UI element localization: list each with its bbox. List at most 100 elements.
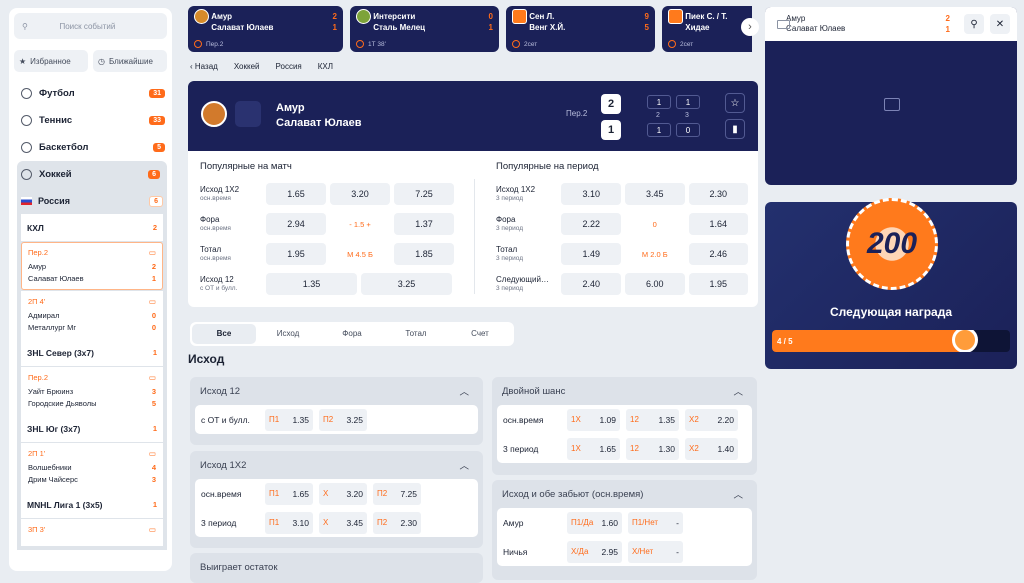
match-item[interactable]: 2П 1' ▭ Волшебники 4 Дрим Чайсерс 3 [21, 443, 163, 491]
live-card[interactable]: Интерсити 0 Сталь Мелец 1 1Т 38' [350, 6, 499, 52]
crumb-khl[interactable]: КХЛ [318, 62, 333, 71]
match-item[interactable]: Пер.2 ▭ Амур 2 Салават Юлаев 1 [21, 242, 163, 290]
odd-button[interactable]: П1 1.65 [265, 482, 313, 505]
odd-button[interactable]: П2 3.25 [319, 408, 367, 431]
period-label: Пер.2 [566, 109, 588, 118]
odd-button[interactable]: 3.20 [330, 183, 390, 205]
tab-outcome[interactable]: Исход [256, 324, 320, 344]
market-remaining-winner: Выиграет остаток [190, 553, 483, 583]
odd-button[interactable]: П2 7.25 [373, 482, 421, 505]
chevron-up-icon[interactable]: ︿ [733, 487, 743, 501]
odd-button[interactable]: 1.49 [561, 243, 621, 265]
pin-icon: ⚲ [970, 18, 978, 30]
back-link[interactable]: ‹ Назад [190, 62, 218, 71]
odd-button[interactable]: 12 1.35 [626, 408, 679, 431]
odd-button[interactable]: 2.22 [561, 213, 621, 235]
odd-button[interactable]: 2.30 [688, 183, 749, 205]
tennis-icon [21, 115, 32, 126]
crumb-russia[interactable]: Россия [276, 62, 302, 71]
search-input[interactable]: ⚲ Поиск событий [14, 13, 167, 39]
tab-handicap[interactable]: Фора [320, 324, 384, 344]
match-item[interactable]: 3П 3' ▭ [21, 519, 163, 546]
carousel-next-button[interactable]: › [741, 18, 759, 36]
live-card[interactable]: Сен Л. 9 Венг Х.Й. 5 2сет [506, 6, 655, 52]
chevron-up-icon[interactable]: ︿ [733, 384, 743, 398]
odd-button[interactable]: 6.00 [624, 273, 685, 295]
odd-button[interactable]: 2.46 [688, 243, 749, 265]
odd-button[interactable]: 7.25 [394, 183, 454, 205]
league-3hl-south[interactable]: ЗНL Юг (3х7) 1 [21, 415, 163, 442]
sidebar-item-hockey[interactable]: Хоккей 6 [17, 161, 167, 188]
sidebar-item-tennis[interactable]: Теннис 33 [9, 107, 172, 134]
odd-button[interactable]: 1.85 [394, 243, 454, 265]
stream-widget: Амур Салават Юлаев 21 ⚲ ✕ [765, 7, 1017, 185]
odd-button[interactable]: 1.35 [266, 273, 357, 295]
odd-button[interactable]: 2.40 [561, 273, 621, 295]
live-card[interactable]: Пиек С. / Т. Хидае 2сет [662, 6, 752, 52]
odd-button[interactable]: П2 2.30 [373, 511, 421, 534]
odd-button[interactable]: 1.65 [266, 183, 326, 205]
odd-button[interactable]: Х 3.20 [319, 482, 367, 505]
total-stepper[interactable]: М 2.0 Б [624, 243, 685, 265]
match-item[interactable]: 2П 4' ▭ Адмирал 0 Металлург Мг 0 [21, 291, 163, 339]
odd-button[interactable]: 2.94 [266, 213, 326, 235]
league-3hl-north[interactable]: ЗНL Север (3х7) 1 [21, 339, 163, 366]
period2-away: 0 [676, 123, 700, 137]
odd-button[interactable]: 12 1.30 [626, 437, 679, 460]
favorite-star-button[interactable]: ☆ [725, 93, 745, 113]
odd-button[interactable]: Х2 2.20 [685, 408, 738, 431]
odd-button[interactable]: П1/Да 1.60 [567, 511, 622, 534]
popular-period-title: Популярные на период [496, 161, 599, 172]
odd-button[interactable]: 3.25 [361, 273, 452, 295]
reward-banner[interactable]: 200 Следующая награда 4 / 5 [765, 198, 1017, 369]
upcoming-button[interactable]: ◷ Ближайшие [93, 50, 167, 72]
period1-home: 1 [647, 95, 671, 109]
market-outcome-12: Исход 12 ︿ с ОТ и булл. П1 1.35 П2 3.25 [190, 377, 483, 445]
country-russia[interactable]: Россия 6 [17, 188, 167, 214]
odd-button[interactable]: 1Х 1.09 [567, 408, 620, 431]
odd-button[interactable]: П1/Нет - [628, 511, 683, 534]
handicap-stepper[interactable]: 0 [624, 213, 685, 235]
football-icon [952, 330, 978, 352]
odd-button[interactable]: 1.64 [688, 213, 749, 235]
odd-button[interactable]: Х/Да 2.95 [567, 540, 622, 563]
odd-button[interactable]: 1Х 1.65 [567, 437, 620, 460]
tv-icon: ▭ [148, 297, 156, 306]
odd-button[interactable]: 1.37 [394, 213, 454, 235]
tab-score[interactable]: Счет [448, 324, 512, 344]
odd-button[interactable]: 3.10 [561, 183, 621, 205]
chevron-up-icon[interactable]: ︿ [459, 384, 469, 398]
match-item[interactable]: Пер.2 ▭ Уайт Брюинз 3 Городские Дьяволы 5 [21, 367, 163, 415]
odd-button[interactable]: П1 3.10 [265, 511, 313, 534]
odd-button[interactable]: 3.45 [624, 183, 685, 205]
odd-button[interactable]: 1.95 [266, 243, 326, 265]
live-card[interactable]: Амур 2 Салават Юлаев 1 Пер.2 [188, 6, 343, 52]
stats-button[interactable]: ▮ [725, 119, 745, 139]
market-tabs: Все Исход Фора Тотал Счет [190, 322, 514, 346]
handicap-stepper[interactable]: - 1.5 + [330, 213, 390, 235]
team-logo-icon [194, 9, 209, 24]
odd-button[interactable]: Х2 1.40 [685, 437, 738, 460]
league-mnhl[interactable]: MNHL Лига 1 (3х5) 1 [21, 491, 163, 518]
favorites-button[interactable]: ★ Избранное [14, 50, 88, 72]
shirt-icon [512, 9, 527, 24]
close-button[interactable]: ✕ [990, 14, 1010, 34]
odd-button[interactable]: 1.95 [688, 273, 749, 295]
team-logo-icon [356, 9, 371, 24]
sidebar-item-basketball[interactable]: Баскетбол 5 [9, 134, 172, 161]
tab-total[interactable]: Тотал [384, 324, 448, 344]
play-video-icon[interactable] [884, 98, 900, 111]
chevron-up-icon[interactable]: ︿ [459, 458, 469, 472]
total-stepper[interactable]: М 4.5 Б [330, 243, 390, 265]
odd-button[interactable]: Х 3.45 [319, 511, 367, 534]
pin-button[interactable]: ⚲ [964, 14, 984, 34]
odd-button[interactable]: Х/Нет - [628, 540, 683, 563]
sports-sidebar: ⚲ Поиск событий ★ Избранное ◷ Ближайшие Фу… [9, 8, 172, 571]
period1-away: 1 [647, 123, 671, 137]
crumb-hockey[interactable]: Хоккей [234, 62, 260, 71]
sidebar-item-football[interactable]: Футбол 31 [9, 80, 172, 107]
league-khl[interactable]: КХЛ 2 [21, 214, 163, 241]
odd-button[interactable]: П1 1.35 [265, 408, 313, 431]
tab-all[interactable]: Все [192, 324, 256, 344]
reward-chip: 200 [846, 198, 938, 290]
